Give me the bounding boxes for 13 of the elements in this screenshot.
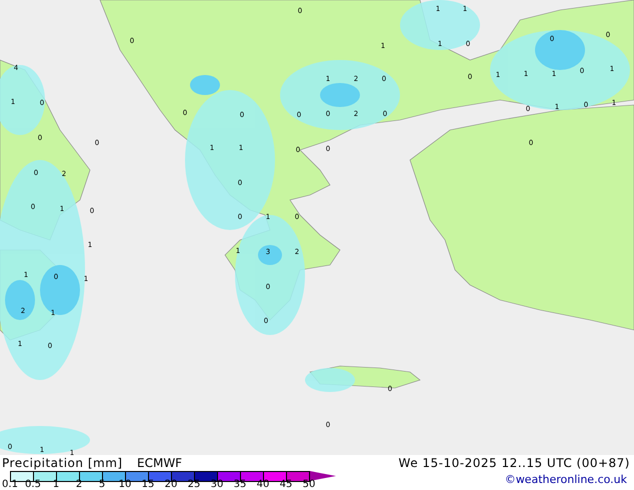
moderate-precipitation-area (190, 75, 220, 95)
light-precipitation-area (305, 368, 355, 392)
scale-tick-label: 0.1 (2, 479, 18, 490)
moderate-precipitation-area (320, 83, 360, 107)
valid-time: We 15-10-2025 12..15 UTC (00+87) (398, 456, 630, 470)
moderate-precipitation-area (5, 280, 35, 320)
scale-tick-label: 50 (302, 479, 316, 490)
light-precipitation-area (0, 65, 45, 135)
legend-title: Precipitation [mm] (2, 456, 123, 470)
moderate-precipitation-area (258, 245, 282, 265)
credit-link[interactable]: ©weatheronline.co.uk (504, 473, 627, 486)
model-name: ECMWF (137, 456, 182, 470)
moderate-precipitation-area (40, 265, 80, 315)
